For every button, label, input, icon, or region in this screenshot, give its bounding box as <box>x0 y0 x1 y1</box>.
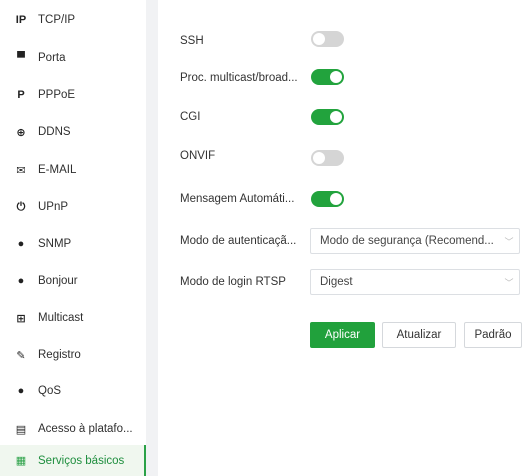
pppoe-icon: P <box>17 89 25 101</box>
sidebar-item-label: TCP/IP <box>38 14 76 26</box>
sidebar-item-tcpip[interactable]: IP TCP/IP <box>0 5 146 35</box>
multicast-icon: ⊞ <box>16 312 26 325</box>
auto-message-label: Mensagem Automáti... <box>180 193 295 205</box>
sidebar-item-porta[interactable]: ▀ Porta <box>0 43 146 73</box>
toggle-knob <box>313 33 325 45</box>
multicast-broadcast-row: Proc. multicast/broad... <box>180 65 310 91</box>
sidebar-item-label: SNMP <box>38 238 72 250</box>
toggle-knob <box>313 152 325 164</box>
sidebar: IP TCP/IP ▀ Porta P PPPoE ⊕ DDNS ✉ E-MAI… <box>0 0 146 476</box>
auth-mode-label: Modo de autenticaçã... <box>180 235 297 247</box>
platform-icon: ▤ <box>15 423 27 436</box>
apply-button[interactable]: Aplicar <box>310 322 375 348</box>
sidebar-divider <box>146 0 158 476</box>
sidebar-item-pppoe[interactable]: P PPPoE <box>0 80 146 110</box>
sidebar-item-registro[interactable]: ✎ Registro <box>0 340 146 370</box>
sidebar-item-label: Serviços básicos <box>38 454 125 467</box>
bonjour-icon: ● <box>17 275 25 287</box>
cgi-toggle[interactable] <box>311 109 344 125</box>
sidebar-item-label: QoS <box>38 385 62 397</box>
port-icon: ▀ <box>17 52 25 64</box>
onvif-label: ONVIF <box>180 150 216 162</box>
sidebar-item-label: Multicast <box>38 312 84 324</box>
sidebar-item-label: UPnP <box>38 201 69 213</box>
sidebar-item-bonjour[interactable]: ● Bonjour <box>0 266 146 296</box>
sidebar-item-label: E-MAIL <box>38 164 77 176</box>
power-icon: ⏻ <box>16 200 26 213</box>
default-button[interactable]: Padrão <box>464 322 522 348</box>
rtsp-login-row: Modo de login RTSP <box>180 269 310 295</box>
sidebar-item-upnp[interactable]: ⏻ UPnP <box>0 192 146 222</box>
ssh-toggle[interactable] <box>311 31 344 47</box>
sidebar-item-label: Porta <box>38 52 66 64</box>
auth-mode-value: Modo de segurança (Recomend... <box>320 235 494 247</box>
sidebar-item-platform-access[interactable]: ▤ Acesso à platafo... <box>0 414 146 444</box>
multicast-broadcast-label: Proc. multicast/broad... <box>180 72 298 84</box>
sidebar-item-multicast[interactable]: ⊞ Multicast <box>0 303 146 333</box>
sidebar-item-label: DDNS <box>38 126 71 138</box>
qos-icon: ● <box>17 385 25 397</box>
mail-icon: ✉ <box>16 164 26 177</box>
toggle-knob <box>330 71 342 83</box>
sidebar-item-snmp[interactable]: ● SNMP <box>0 229 146 259</box>
snmp-icon: ● <box>17 238 25 250</box>
sidebar-item-ddns[interactable]: ⊕ DDNS <box>0 117 146 147</box>
ip-icon: IP <box>15 14 27 26</box>
sidebar-item-label: PPPoE <box>38 89 76 101</box>
onvif-toggle[interactable] <box>311 150 344 166</box>
basic-services-icon: ▦ <box>15 455 27 467</box>
sidebar-item-email[interactable]: ✉ E-MAIL <box>0 155 146 185</box>
auto-message-toggle[interactable] <box>311 191 344 207</box>
sidebar-item-basic-services[interactable]: ▦ Serviços básicos <box>0 445 146 476</box>
sidebar-item-label: Bonjour <box>38 275 78 287</box>
rtsp-login-select[interactable]: Digest ﹀ <box>310 269 520 295</box>
cgi-label: CGI <box>180 111 201 123</box>
rtsp-login-value: Digest <box>320 276 353 288</box>
globe-icon: ⊕ <box>16 126 26 139</box>
auth-mode-row: Modo de autenticaçã... <box>180 228 310 254</box>
chevron-down-icon: ﹀ <box>504 236 514 247</box>
refresh-button[interactable]: Atualizar <box>382 322 456 348</box>
registro-icon: ✎ <box>16 349 26 362</box>
auto-message-row: Mensagem Automáti... <box>180 186 310 212</box>
sidebar-item-qos[interactable]: ● QoS <box>0 376 146 406</box>
auth-mode-select[interactable]: Modo de segurança (Recomend... ﹀ <box>310 228 520 254</box>
rtsp-login-label: Modo de login RTSP <box>180 276 286 288</box>
ssh-label: SSH <box>180 35 204 47</box>
ssh-row: SSH <box>180 28 310 54</box>
onvif-row: ONVIF <box>180 143 310 169</box>
multicast-broadcast-toggle[interactable] <box>311 69 344 85</box>
chevron-down-icon: ﹀ <box>504 277 514 288</box>
cgi-row: CGI <box>180 104 310 130</box>
toggle-knob <box>330 193 342 205</box>
toggle-knob <box>330 111 342 123</box>
sidebar-item-label: Registro <box>38 349 81 361</box>
sidebar-item-label: Acesso à platafo... <box>38 423 133 435</box>
